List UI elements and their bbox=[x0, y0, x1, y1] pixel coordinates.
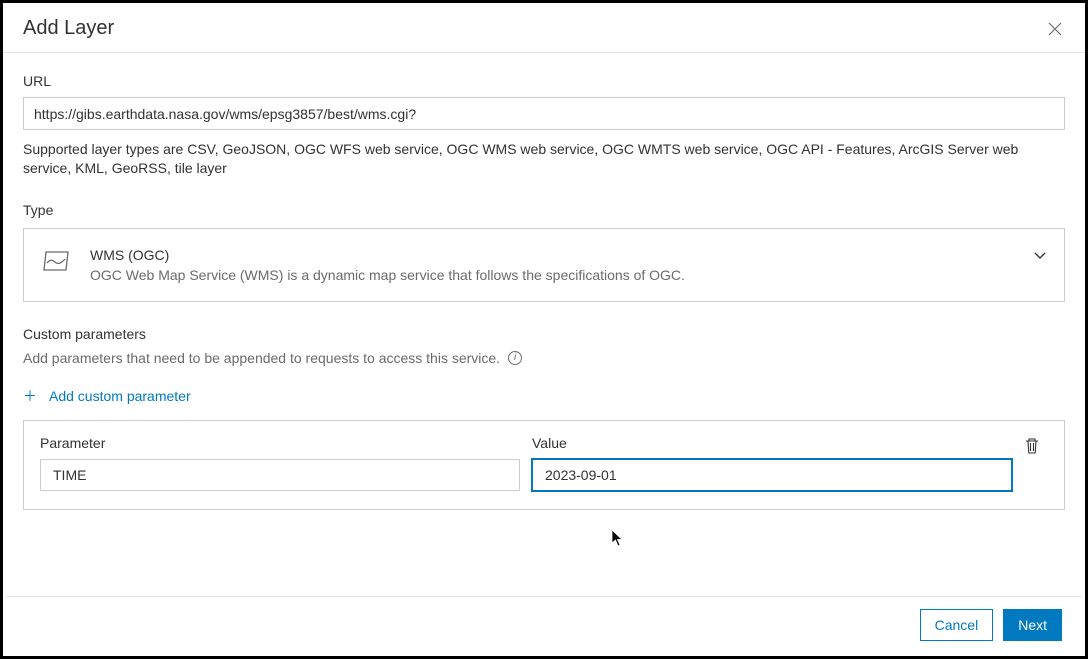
type-selector[interactable]: WMS (OGC) OGC Web Map Service (WMS) is a… bbox=[23, 228, 1065, 302]
supported-layer-types-text: Supported layer types are CSV, GeoJSON, … bbox=[23, 140, 1065, 178]
wms-layer-icon bbox=[42, 249, 72, 278]
custom-parameters-label: Custom parameters bbox=[23, 326, 1065, 342]
parameter-column-label: Parameter bbox=[40, 435, 520, 451]
mouse-cursor-icon bbox=[611, 529, 625, 547]
type-selected-description: OGC Web Map Service (WMS) is a dynamic m… bbox=[90, 267, 685, 283]
close-icon bbox=[1047, 21, 1063, 37]
plus-icon: ＋ bbox=[23, 389, 37, 403]
dialog-footer: Cancel Next bbox=[6, 596, 1082, 653]
parameter-value-input[interactable] bbox=[532, 459, 1012, 491]
custom-parameter-row: Parameter Value bbox=[23, 420, 1065, 510]
url-input[interactable] bbox=[23, 97, 1065, 130]
parameter-name-input[interactable] bbox=[40, 459, 520, 491]
add-custom-parameter-label: Add custom parameter bbox=[49, 388, 191, 404]
chevron-down-icon bbox=[1034, 247, 1046, 265]
value-column-label: Value bbox=[532, 435, 1012, 451]
trash-icon bbox=[1024, 437, 1040, 455]
delete-parameter-button[interactable] bbox=[1024, 437, 1048, 460]
type-label: Type bbox=[23, 202, 1065, 218]
type-selected-name: WMS (OGC) bbox=[90, 247, 685, 263]
custom-parameters-help-text: Add parameters that need to be appended … bbox=[23, 350, 500, 366]
add-custom-parameter-button[interactable]: ＋ Add custom parameter bbox=[23, 388, 1065, 404]
next-button[interactable]: Next bbox=[1003, 609, 1062, 641]
info-icon[interactable]: i bbox=[508, 351, 522, 365]
url-label: URL bbox=[23, 73, 1065, 89]
close-button[interactable] bbox=[1045, 19, 1065, 39]
dialog-title: Add Layer bbox=[23, 17, 114, 40]
cancel-button[interactable]: Cancel bbox=[920, 609, 994, 641]
